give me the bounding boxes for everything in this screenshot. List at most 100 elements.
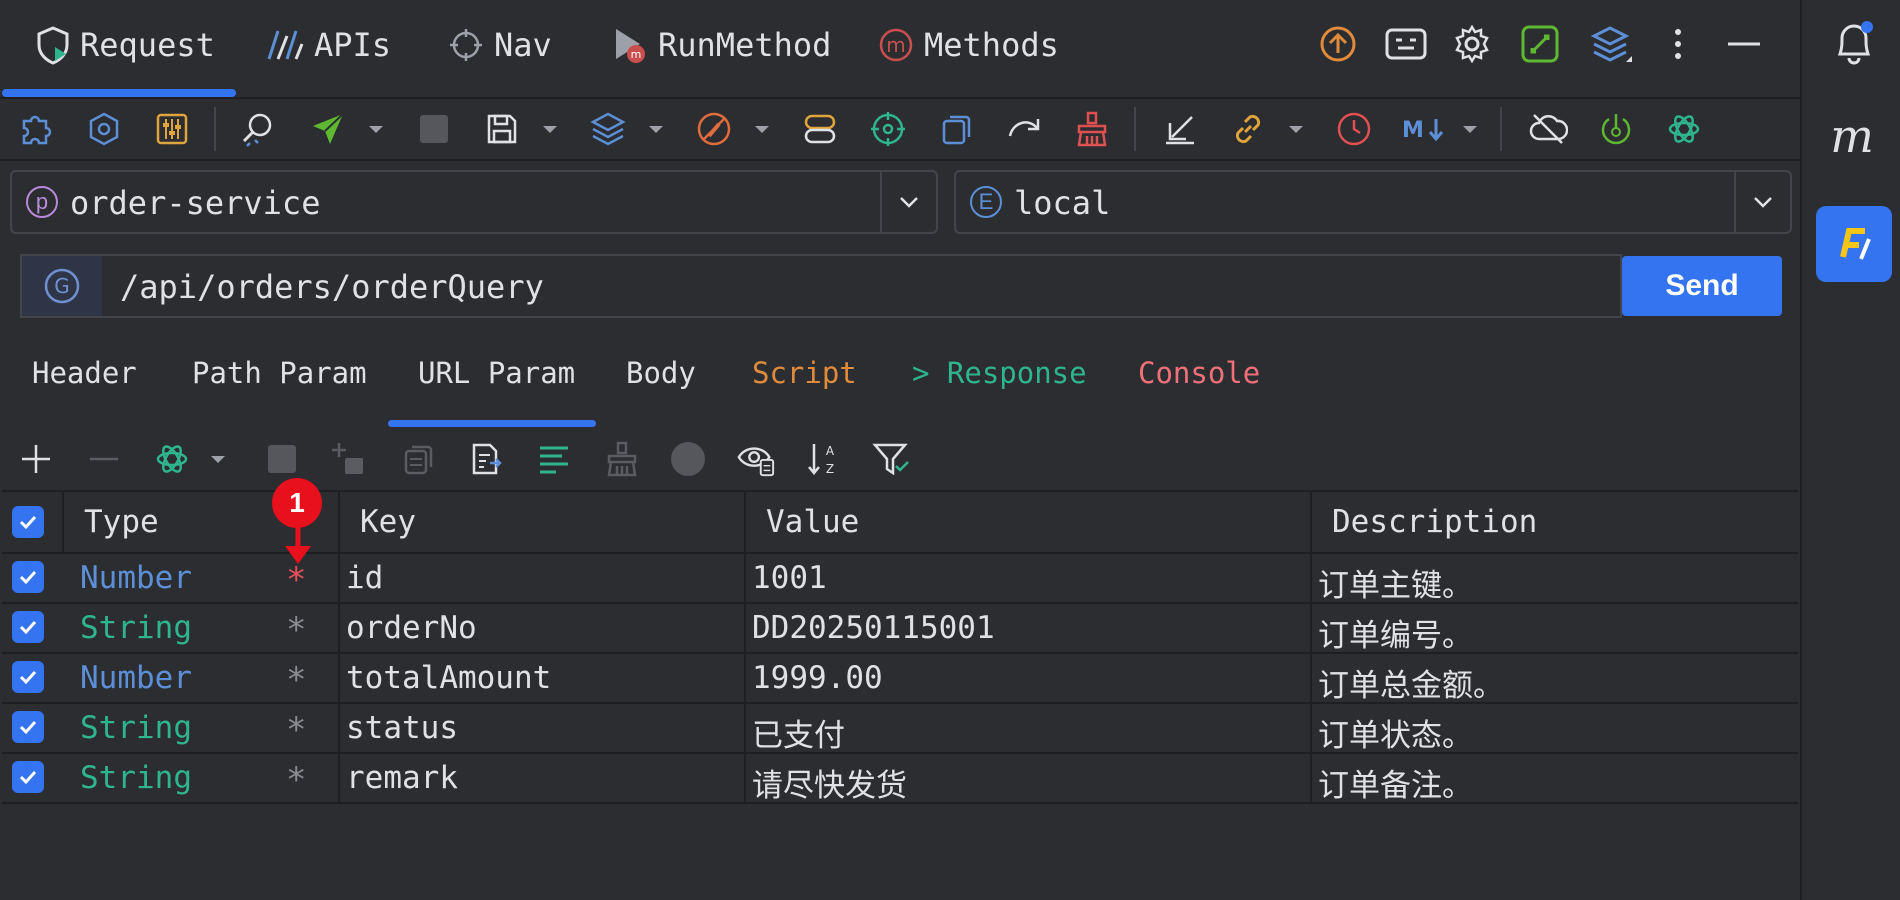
copy-icon[interactable] bbox=[936, 109, 976, 149]
fast-request-icon[interactable] bbox=[1816, 206, 1892, 282]
table-row[interactable]: String * orderNo DD20250115001 订单编号。 bbox=[2, 602, 1798, 654]
search-code-icon[interactable] bbox=[238, 109, 278, 149]
save-icon[interactable] bbox=[482, 109, 522, 149]
select-all-checkbox[interactable] bbox=[12, 506, 44, 538]
hexagon-icon[interactable] bbox=[84, 109, 124, 149]
tab-body[interactable]: Body bbox=[626, 356, 696, 390]
redo-icon[interactable] bbox=[1004, 109, 1044, 149]
import-doc-icon[interactable] bbox=[466, 439, 506, 479]
expand-icon[interactable] bbox=[1520, 24, 1560, 68]
row-checkbox[interactable] bbox=[12, 761, 44, 793]
stack-icon[interactable] bbox=[588, 109, 628, 149]
stop-icon[interactable] bbox=[414, 109, 454, 149]
chevron-down-icon[interactable] bbox=[538, 117, 562, 141]
required-mark[interactable]: * bbox=[286, 610, 306, 650]
record-icon[interactable] bbox=[668, 439, 708, 479]
cloud-off-icon[interactable] bbox=[1528, 109, 1568, 149]
tab-script[interactable]: Script bbox=[752, 356, 857, 390]
row-value[interactable]: 1999.00 bbox=[752, 660, 883, 696]
add-icon[interactable] bbox=[16, 439, 56, 479]
broom-icon[interactable] bbox=[602, 439, 642, 479]
minimize-icon[interactable] bbox=[1726, 24, 1762, 68]
tab-url-param[interactable]: URL Param bbox=[418, 356, 575, 390]
row-checkbox[interactable] bbox=[12, 611, 44, 643]
chevron-down-icon[interactable] bbox=[1734, 172, 1790, 232]
terminal-icon[interactable] bbox=[1384, 24, 1428, 68]
table-row[interactable]: String * status 已支付 订单状态。 bbox=[2, 702, 1798, 754]
row-key[interactable]: orderNo bbox=[346, 610, 477, 646]
table-row[interactable]: Number * id 1001 订单主键。 bbox=[2, 552, 1798, 604]
toggle-icon[interactable] bbox=[800, 109, 840, 149]
tab-methods[interactable]: m Methods bbox=[878, 20, 1059, 70]
required-mark[interactable]: * bbox=[286, 560, 306, 600]
chevron-down-icon[interactable] bbox=[644, 117, 668, 141]
row-key[interactable]: status bbox=[346, 710, 458, 746]
tab-nav[interactable]: Nav bbox=[448, 20, 552, 70]
no-brush-icon[interactable] bbox=[694, 109, 734, 149]
tab-response[interactable]: > Response bbox=[912, 356, 1087, 390]
tab-runmethod[interactable]: m RunMethod bbox=[612, 20, 831, 70]
required-mark[interactable]: * bbox=[286, 710, 306, 750]
row-description[interactable]: 订单编号。 bbox=[1318, 610, 1473, 655]
row-checkbox[interactable] bbox=[12, 661, 44, 693]
table-row[interactable]: String * remark 请尽快发货 订单备注。 bbox=[2, 752, 1798, 804]
row-checkbox[interactable] bbox=[12, 711, 44, 743]
add-row-icon[interactable] bbox=[328, 439, 368, 479]
project-selector[interactable]: p order-service bbox=[10, 170, 938, 234]
required-mark[interactable]: * bbox=[286, 760, 306, 800]
table-row[interactable]: Number * totalAmount 1999.00 订单总金额。 bbox=[2, 652, 1798, 704]
more-vertical-icon[interactable] bbox=[1664, 24, 1692, 68]
tab-header[interactable]: Header bbox=[32, 356, 137, 390]
row-description[interactable]: 订单备注。 bbox=[1318, 760, 1473, 805]
link-icon[interactable] bbox=[1228, 109, 1268, 149]
stop-icon[interactable] bbox=[262, 439, 302, 479]
row-key[interactable]: totalAmount bbox=[346, 660, 551, 696]
gear-icon[interactable] bbox=[1452, 24, 1492, 68]
row-description[interactable]: 订单主键。 bbox=[1318, 560, 1473, 605]
chevron-down-icon[interactable] bbox=[364, 117, 388, 141]
row-description[interactable]: 订单状态。 bbox=[1318, 710, 1473, 755]
upload-icon[interactable] bbox=[1318, 24, 1358, 68]
environment-selector[interactable]: E local bbox=[954, 170, 1792, 234]
row-type[interactable]: String bbox=[80, 710, 192, 746]
puzzle-icon[interactable] bbox=[16, 109, 56, 149]
send-plane-icon[interactable] bbox=[308, 109, 348, 149]
bell-icon[interactable] bbox=[1832, 18, 1876, 68]
markdown-icon[interactable]: M bbox=[1400, 109, 1448, 149]
align-left-icon[interactable] bbox=[534, 439, 574, 479]
chevron-down-icon[interactable] bbox=[880, 172, 936, 232]
broom-icon[interactable] bbox=[1072, 109, 1112, 149]
eye-doc-icon[interactable] bbox=[736, 439, 776, 479]
row-key[interactable]: remark bbox=[346, 760, 458, 796]
tab-console[interactable]: Console bbox=[1138, 356, 1260, 390]
filter-check-icon[interactable] bbox=[872, 439, 912, 479]
layers-icon[interactable] bbox=[1590, 24, 1634, 68]
row-value[interactable]: DD20250115001 bbox=[752, 610, 995, 646]
row-value[interactable]: 请尽快发货 bbox=[752, 760, 907, 805]
equalizer-icon[interactable] bbox=[152, 109, 192, 149]
remove-icon[interactable] bbox=[84, 439, 124, 479]
chevron-down-icon[interactable] bbox=[750, 117, 774, 141]
clock-icon[interactable] bbox=[1334, 109, 1374, 149]
tab-request[interactable]: Request bbox=[36, 20, 215, 70]
row-type[interactable]: String bbox=[80, 610, 192, 646]
chevron-down-icon[interactable] bbox=[1458, 117, 1482, 141]
row-description[interactable]: 订单总金额。 bbox=[1318, 660, 1504, 705]
clone-icon[interactable] bbox=[398, 439, 438, 479]
row-type[interactable]: Number bbox=[80, 560, 192, 596]
url-input[interactable]: G /api/orders/orderQuery bbox=[20, 254, 1622, 318]
openai-icon[interactable] bbox=[152, 439, 192, 479]
row-value[interactable]: 已支付 bbox=[752, 710, 845, 755]
row-value[interactable]: 1001 bbox=[752, 560, 827, 596]
sort-az-icon[interactable]: AZ bbox=[804, 439, 844, 479]
collapse-arrow-icon[interactable] bbox=[1160, 109, 1200, 149]
openai-icon[interactable] bbox=[1664, 109, 1704, 149]
chevron-down-icon[interactable] bbox=[1284, 117, 1308, 141]
target-icon[interactable] bbox=[868, 109, 908, 149]
row-checkbox[interactable] bbox=[12, 561, 44, 593]
required-mark[interactable]: * bbox=[286, 660, 306, 700]
row-key[interactable]: id bbox=[346, 560, 383, 596]
tab-path-param[interactable]: Path Param bbox=[192, 356, 367, 390]
send-button[interactable]: Send bbox=[1622, 256, 1782, 316]
chevron-down-icon[interactable] bbox=[206, 439, 230, 479]
